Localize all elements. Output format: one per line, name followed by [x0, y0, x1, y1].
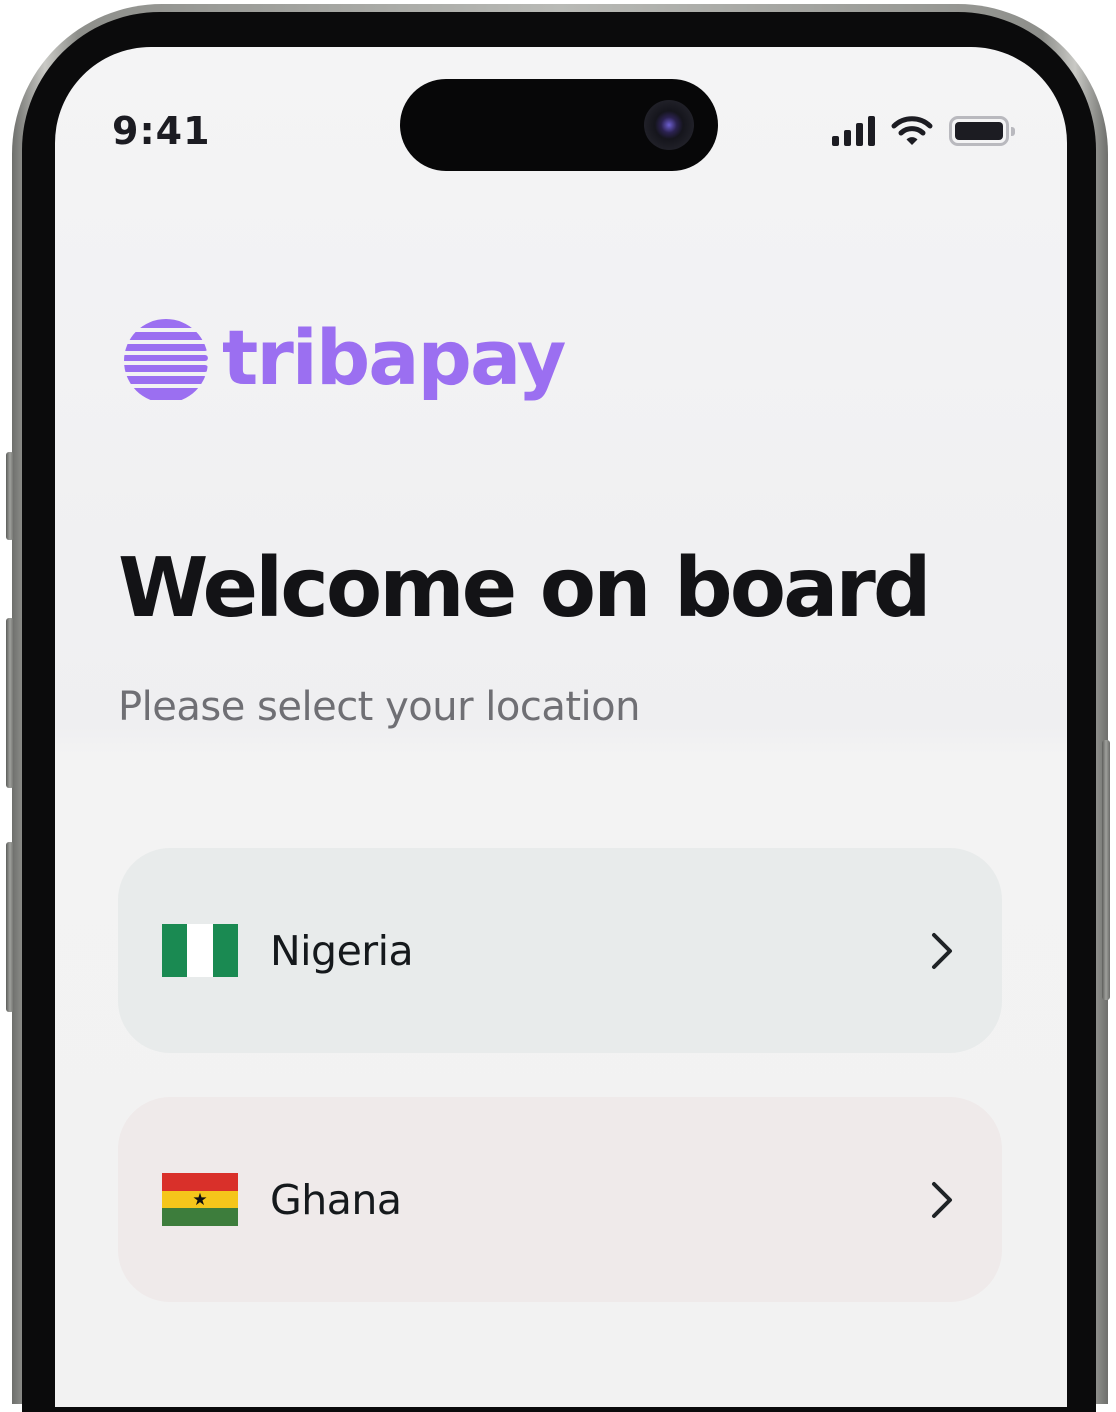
- front-camera-icon: [644, 100, 694, 150]
- country-option-nigeria[interactable]: Nigeria: [118, 848, 1002, 1053]
- brand-name: tribapay: [222, 313, 566, 402]
- brand-logo: tribapay: [118, 313, 566, 407]
- ghana-flag-icon: ★: [162, 1173, 238, 1227]
- status-bar-time: 9:41: [112, 109, 211, 153]
- nigeria-flag-icon: [162, 924, 238, 977]
- phone-screen: 9:41 tribapay Welcome on board Please se…: [55, 47, 1067, 1407]
- chevron-right-icon: [932, 1181, 952, 1218]
- volume-up-button: [6, 618, 14, 788]
- dynamic-island: [400, 79, 718, 171]
- volume-down-button: [6, 842, 14, 1012]
- black-star-icon: ★: [192, 1189, 208, 1209]
- country-name: Nigeria: [270, 926, 414, 975]
- page-subtitle: Please select your location: [118, 684, 640, 730]
- wifi-icon: [891, 116, 933, 145]
- page-title: Welcome on board: [118, 541, 932, 636]
- battery-icon: [949, 116, 1015, 146]
- mute-switch: [6, 452, 14, 540]
- power-button: [1102, 740, 1110, 1000]
- cellular-signal-icon: [832, 116, 875, 146]
- status-bar-icons: [832, 115, 1015, 147]
- country-name: Ghana: [270, 1175, 402, 1224]
- striped-globe-logo-icon: [124, 319, 208, 400]
- country-option-ghana[interactable]: ★ Ghana: [118, 1097, 1002, 1302]
- chevron-right-icon: [932, 932, 952, 969]
